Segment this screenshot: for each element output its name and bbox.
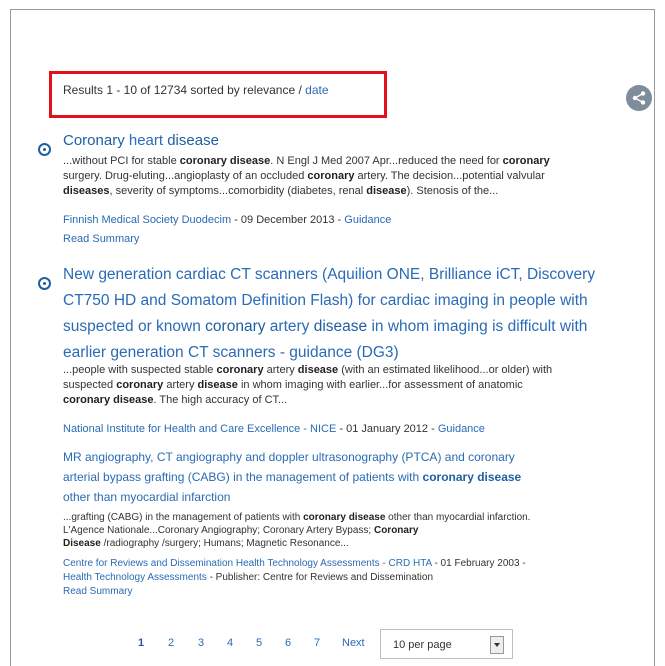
page-2-link[interactable]: 2 <box>168 637 174 649</box>
result-source-link[interactable]: National Institute for Health and Care E… <box>63 423 336 435</box>
result-title-1[interactable]: Coronary heart disease <box>63 132 219 149</box>
results-summary: Results 1 - 10 of 12734 sorted by releva… <box>63 83 329 97</box>
share-icon <box>632 91 646 105</box>
result-title-3[interactable]: MR angiography, CT angiography and doppl… <box>63 447 653 507</box>
page-7-link[interactable]: 7 <box>314 637 320 649</box>
result-snippet-3: ...grafting (CABG) in the management of … <box>63 512 531 549</box>
sort-by-date-link[interactable]: date <box>305 83 328 97</box>
result-type-icon <box>38 143 51 156</box>
share-button[interactable] <box>626 85 652 111</box>
page-6-link[interactable]: 6 <box>285 637 291 649</box>
next-page-link[interactable]: Next <box>342 637 365 649</box>
page-1-link[interactable]: 1 <box>138 637 144 649</box>
result-type-link[interactable]: Guidance <box>344 214 391 226</box>
read-summary-link-3[interactable]: Read Summary <box>63 586 132 597</box>
page-4-link[interactable]: 4 <box>227 637 233 649</box>
result-type-link[interactable]: Guidance <box>438 423 485 435</box>
result-snippet-1: ...without PCI for stable coronary disea… <box>63 155 550 197</box>
per-page-select[interactable]: 10 per page <box>380 629 513 659</box>
result-title-2[interactable]: New generation cardiac CT scanners (Aqui… <box>63 262 663 366</box>
result-source-2: National Institute for Health and Care E… <box>63 423 485 435</box>
result-type-icon <box>38 277 51 290</box>
read-summary-link-1[interactable]: Read Summary <box>63 233 139 245</box>
result-snippet-2: ...people with suspected stable coronary… <box>63 364 553 406</box>
page-3-link[interactable]: 3 <box>198 637 204 649</box>
dropdown-arrow-icon[interactable] <box>490 636 504 654</box>
result-source-3: Centre for Reviews and Dissemination Hea… <box>63 558 526 569</box>
per-page-value: 10 per page <box>393 639 452 651</box>
pagination: 1 2 3 4 5 6 7 Next 10 per page <box>0 629 665 666</box>
page-5-link[interactable]: 5 <box>256 637 262 649</box>
result-source-link[interactable]: Finnish Medical Society Duodecim <box>63 214 231 226</box>
results-count-text: Results 1 - 10 of 12734 sorted by releva… <box>63 83 306 97</box>
result-source-1: Finnish Medical Society Duodecim - 09 De… <box>63 214 392 226</box>
result-source-link[interactable]: Health Technology Assessments <box>63 572 207 583</box>
result-source-link[interactable]: Centre for Reviews and Dissemination Hea… <box>63 558 432 569</box>
result-source-3b: Health Technology Assessments - Publishe… <box>63 572 434 583</box>
